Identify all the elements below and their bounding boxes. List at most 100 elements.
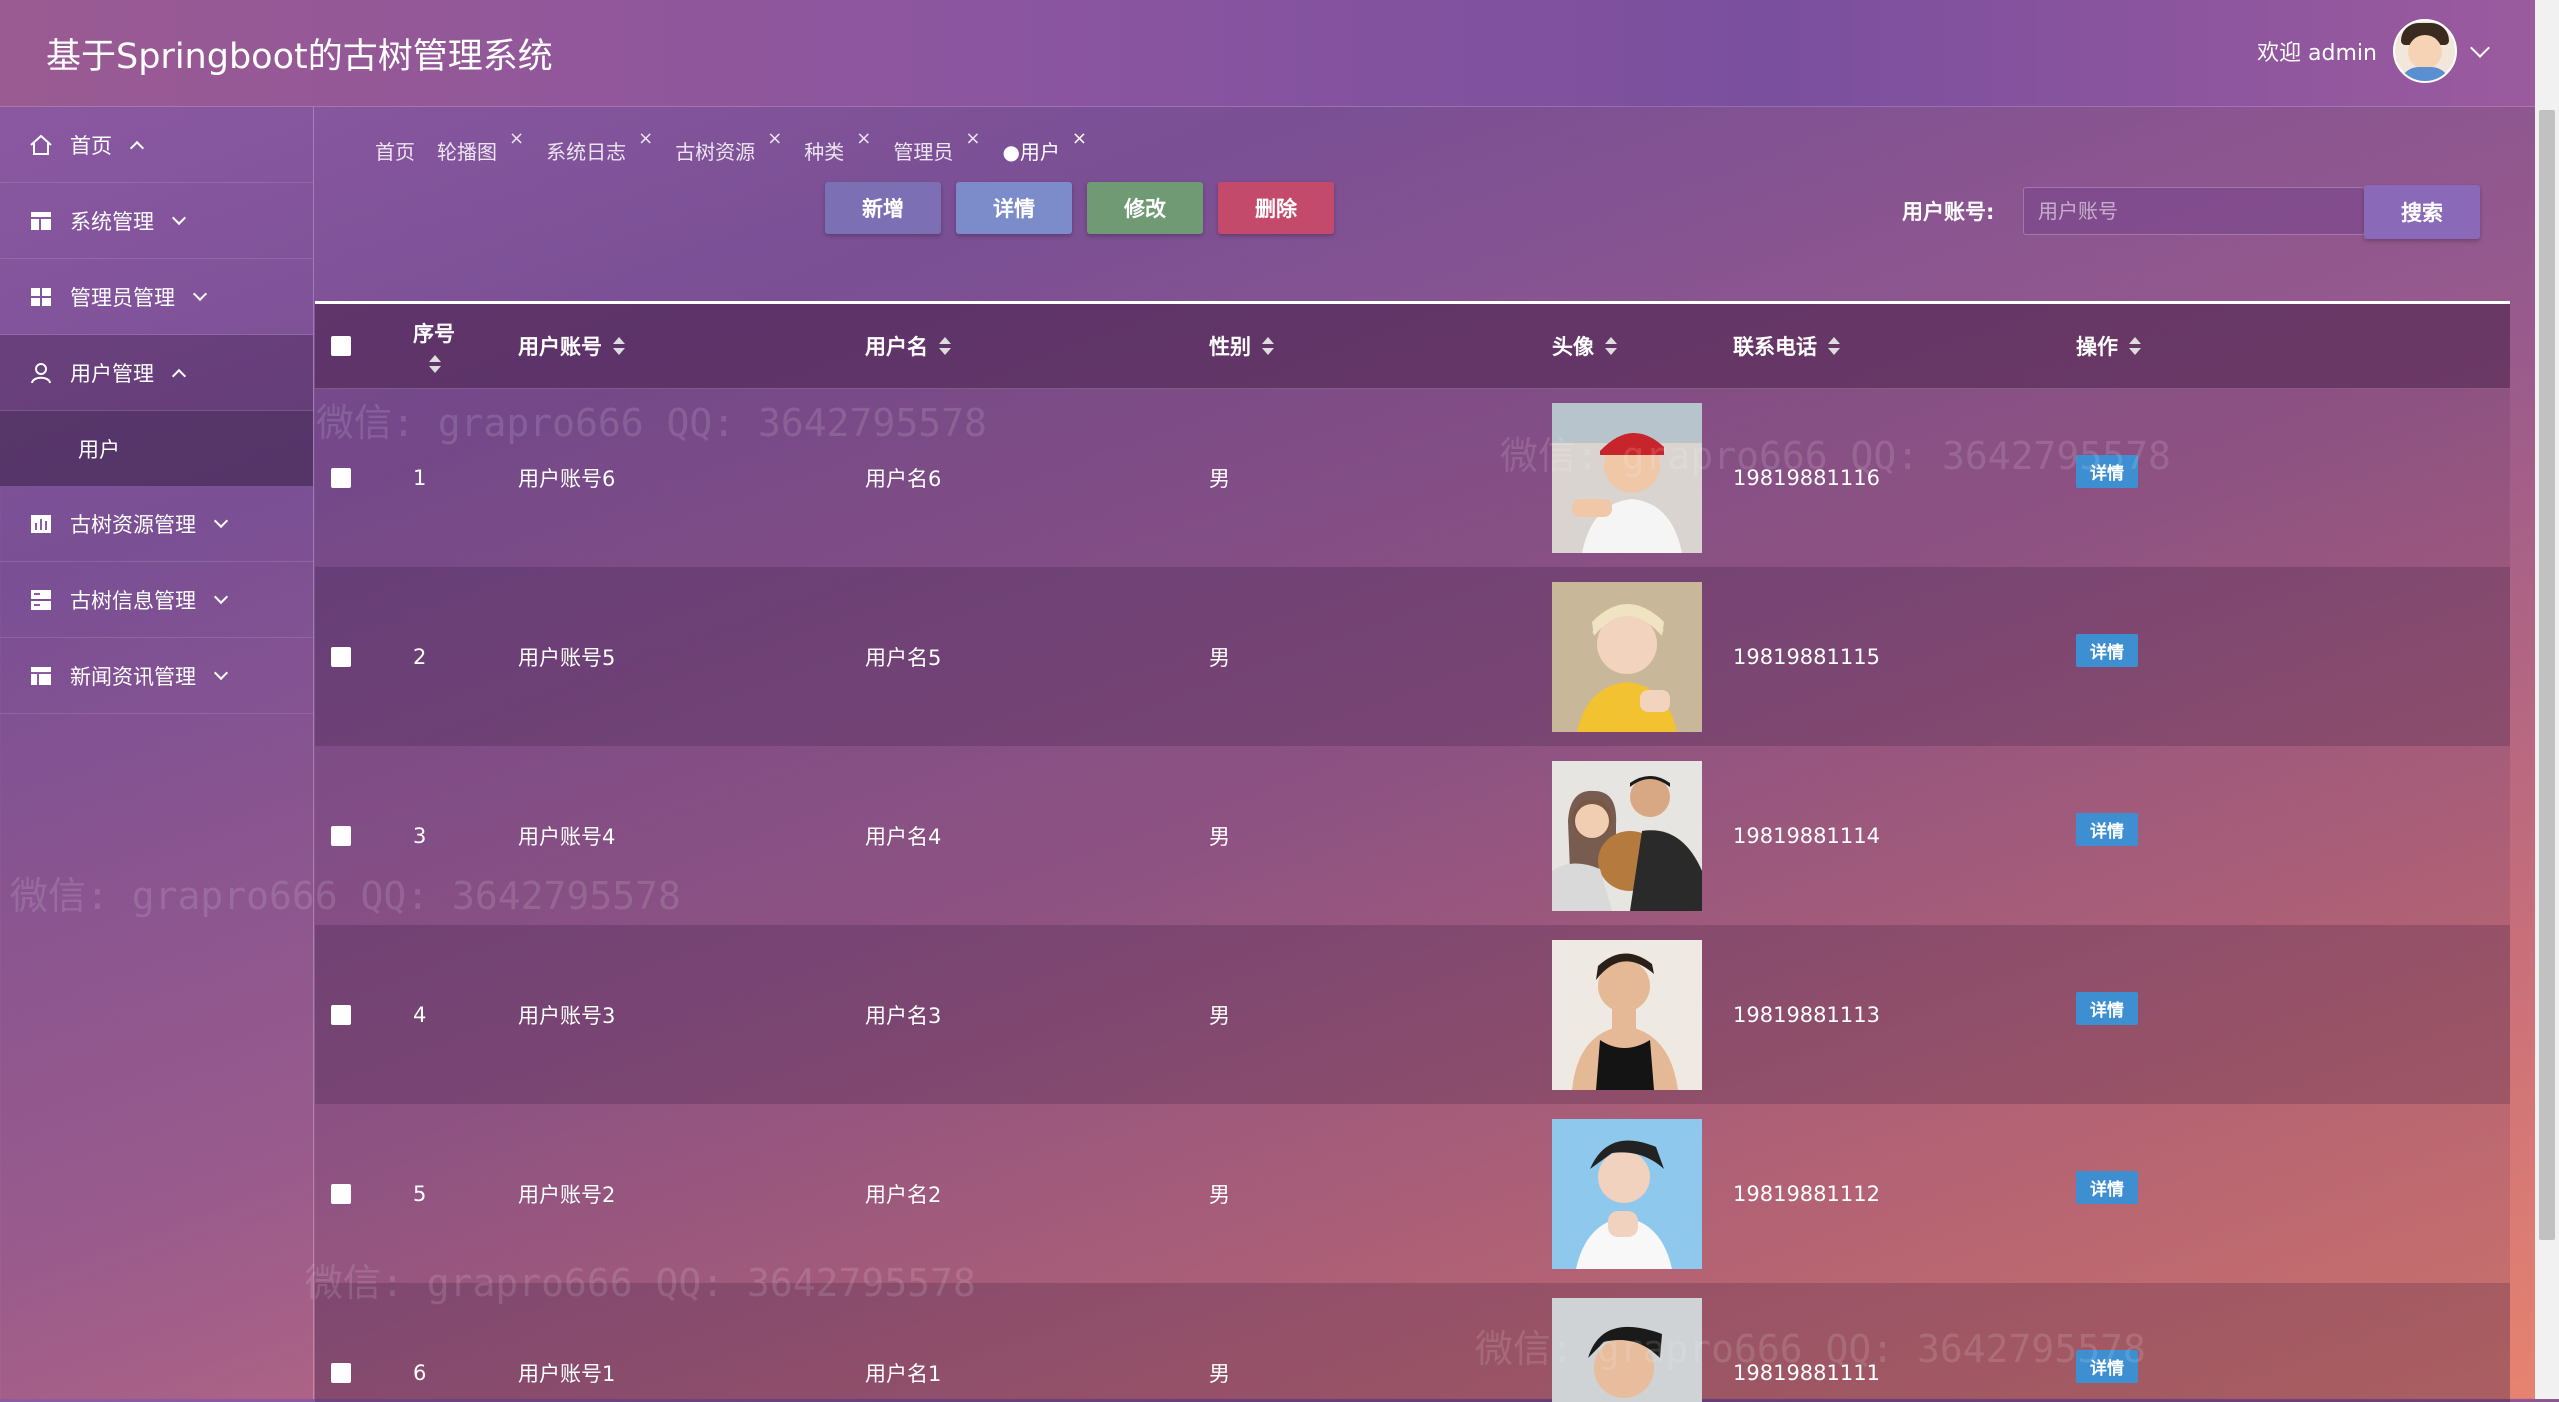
user-avatar-photo bbox=[1552, 940, 1702, 1090]
table-row[interactable]: 4 用户账号3 用户名3 男 19819881113 详情 bbox=[315, 925, 2510, 1104]
grid-icon bbox=[28, 284, 54, 310]
cell-name: 用户名3 bbox=[865, 925, 941, 1104]
chevron-down-icon bbox=[214, 665, 228, 679]
tab-label: 管理员 bbox=[893, 136, 953, 165]
close-icon[interactable]: × bbox=[965, 128, 980, 149]
tab-label: 系统日志 bbox=[546, 136, 626, 165]
sidebar-item-tree-info[interactable]: 古树信息管理 bbox=[0, 562, 313, 638]
delete-button[interactable]: 删除 bbox=[1218, 182, 1334, 234]
cell-name: 用户名4 bbox=[865, 746, 941, 925]
tab-label: 种类 bbox=[804, 136, 844, 165]
search-button[interactable]: 搜索 bbox=[2364, 185, 2480, 239]
tab-label: ●用户 bbox=[1002, 136, 1059, 165]
tab-label: 古树资源 bbox=[675, 136, 755, 165]
tab-tree-resources[interactable]: 古树资源× bbox=[675, 136, 782, 165]
cell-phone: 19819881113 bbox=[1733, 925, 1880, 1104]
server-icon bbox=[28, 587, 54, 613]
sidebar-item-admins[interactable]: 管理员管理 bbox=[0, 259, 313, 335]
sort-icon[interactable] bbox=[1261, 336, 1273, 356]
chart-icon bbox=[28, 511, 54, 537]
sort-icon[interactable] bbox=[1604, 336, 1616, 356]
header-phone[interactable]: 联系电话 bbox=[1733, 304, 1839, 388]
header-name[interactable]: 用户名 bbox=[865, 304, 950, 388]
sidebar-item-news[interactable]: 新闻资讯管理 bbox=[0, 638, 313, 714]
row-checkbox[interactable] bbox=[331, 1184, 351, 1204]
sidebar-item-label: 用户管理 bbox=[70, 358, 154, 388]
tab-user[interactable]: ●用户× bbox=[1002, 136, 1087, 165]
chevron-down-icon[interactable] bbox=[2470, 38, 2490, 58]
sidebar-item-label: 首页 bbox=[70, 130, 112, 160]
watermark: 微信: grapro666 QQ: 3642795578 bbox=[1500, 425, 2171, 480]
detail-button[interactable]: 详情 bbox=[956, 182, 1072, 234]
close-icon[interactable]: × bbox=[509, 128, 524, 149]
edit-button[interactable]: 修改 bbox=[1087, 182, 1203, 234]
row-detail-button[interactable]: 详情 bbox=[2076, 813, 2138, 846]
search-label: 用户账号: bbox=[1902, 196, 1994, 226]
scrollbar-thumb[interactable] bbox=[2539, 110, 2555, 1240]
watermark: 微信: grapro666 QQ: 3642795578 bbox=[1475, 1318, 2146, 1373]
user-avatar-photo bbox=[1552, 1119, 1702, 1269]
row-detail-button[interactable]: 详情 bbox=[2076, 992, 2138, 1025]
close-icon[interactable]: × bbox=[1072, 128, 1087, 149]
table-row[interactable]: 2 用户账号5 用户名5 男 19819881115 详情 bbox=[315, 567, 2510, 746]
sidebar-subitem-user[interactable]: 用户 bbox=[0, 411, 313, 486]
sort-icon[interactable] bbox=[612, 336, 624, 356]
cell-account: 用户账号5 bbox=[518, 567, 615, 746]
sort-icon[interactable] bbox=[2128, 336, 2140, 356]
cell-account: 用户账号3 bbox=[518, 925, 615, 1104]
tab-admin[interactable]: 管理员× bbox=[893, 136, 980, 165]
close-icon[interactable]: × bbox=[856, 128, 871, 149]
select-all-checkbox[interactable] bbox=[331, 336, 351, 356]
cell-gender: 男 bbox=[1209, 567, 1230, 746]
row-checkbox[interactable] bbox=[331, 826, 351, 846]
header-index[interactable]: 序号 bbox=[413, 304, 455, 388]
tab-home[interactable]: 首页 bbox=[375, 136, 415, 165]
avatar[interactable] bbox=[2393, 19, 2457, 83]
sort-icon[interactable] bbox=[938, 336, 950, 356]
sidebar-item-system[interactable]: 系统管理 bbox=[0, 183, 313, 259]
header-action[interactable]: 操作 bbox=[2076, 304, 2140, 388]
search-input[interactable] bbox=[2023, 187, 2365, 235]
cell-gender: 男 bbox=[1209, 925, 1230, 1104]
watermark: 微信: grapro666 QQ: 3642795578 bbox=[10, 865, 681, 920]
sidebar-item-label: 管理员管理 bbox=[70, 282, 175, 312]
user-table: 序号 用户账号 用户名 性别 头像 联系电话 操作 1 用户账号6 用户名6 男 bbox=[315, 301, 2510, 1402]
tab-system-log[interactable]: 系统日志× bbox=[546, 136, 653, 165]
row-detail-button[interactable]: 详情 bbox=[2076, 1171, 2138, 1204]
watermark: 微信: grapro666 QQ: 3642795578 bbox=[305, 1252, 976, 1307]
tab-label: 首页 bbox=[375, 136, 415, 165]
header-avatar[interactable]: 头像 bbox=[1552, 304, 1616, 388]
sort-icon[interactable] bbox=[428, 354, 440, 374]
header-account[interactable]: 用户账号 bbox=[518, 304, 624, 388]
user-menu[interactable]: 欢迎 admin bbox=[2257, 20, 2487, 82]
header-label: 头像 bbox=[1552, 331, 1594, 361]
sidebar-item-label: 古树信息管理 bbox=[70, 585, 196, 615]
chevron-up-icon bbox=[130, 140, 144, 154]
row-checkbox[interactable] bbox=[331, 1363, 351, 1383]
sort-icon[interactable] bbox=[1827, 336, 1839, 356]
row-checkbox[interactable] bbox=[331, 647, 351, 667]
top-header: 基于Springboot的古树管理系统 欢迎 admin bbox=[0, 0, 2535, 107]
sidebar-item-tree-resources[interactable]: 古树资源管理 bbox=[0, 486, 313, 562]
watermark: 微信: grapro666 QQ: 3642795578 bbox=[316, 392, 987, 447]
tab-category[interactable]: 种类× bbox=[804, 136, 871, 165]
close-icon[interactable]: × bbox=[767, 128, 782, 149]
cell-phone: 19819881114 bbox=[1733, 746, 1880, 925]
add-button[interactable]: 新增 bbox=[825, 182, 941, 234]
sidebar-item-users[interactable]: 用户管理 bbox=[0, 335, 313, 411]
tab-carousel[interactable]: 轮播图× bbox=[437, 136, 524, 165]
app-title: 基于Springboot的古树管理系统 bbox=[46, 28, 553, 79]
header-gender[interactable]: 性别 bbox=[1209, 304, 1273, 388]
app-window: 基于Springboot的古树管理系统 欢迎 admin 首页 系统管理 管理员… bbox=[0, 0, 2535, 1399]
row-checkbox[interactable] bbox=[331, 468, 351, 488]
chevron-down-icon bbox=[193, 286, 207, 300]
row-detail-button[interactable]: 详情 bbox=[2076, 634, 2138, 667]
tab-label: 轮播图 bbox=[437, 136, 497, 165]
sidebar-item-home[interactable]: 首页 bbox=[0, 107, 313, 183]
welcome-text: 欢迎 admin bbox=[2257, 35, 2377, 67]
cell-gender: 男 bbox=[1209, 1104, 1230, 1283]
page-scrollbar[interactable] bbox=[2535, 0, 2559, 1399]
cell-gender: 男 bbox=[1209, 1283, 1230, 1402]
close-icon[interactable]: × bbox=[638, 128, 653, 149]
row-checkbox[interactable] bbox=[331, 1005, 351, 1025]
